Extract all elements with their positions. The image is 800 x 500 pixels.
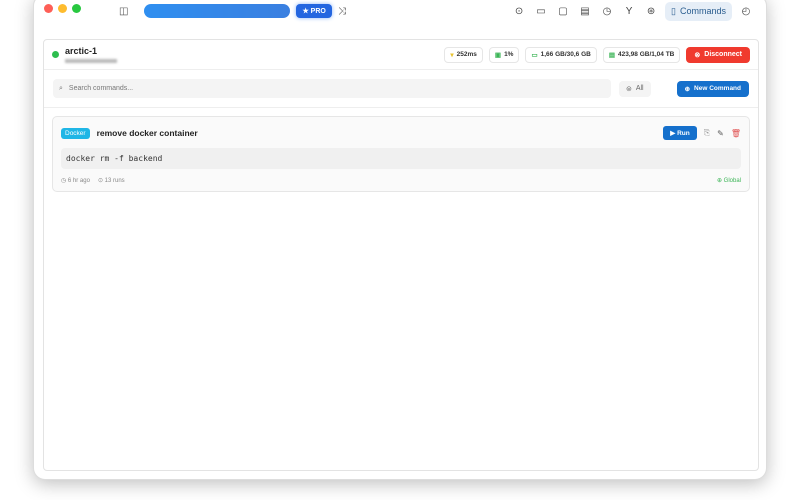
memory-stat: ▭ 1,66 GB/30,6 GB	[525, 46, 597, 63]
network-icon[interactable]: ⊛	[643, 6, 659, 17]
time-value: 6 hr ago	[67, 178, 90, 184]
memory-value: 1,66 GB/30,6 GB	[540, 51, 591, 58]
server-header: arctic-1 ▾ 252ms ▣ 1% ▭ 1,66 GB/30,6 GB ▤ 42…	[44, 40, 758, 70]
run-count: ⊙ 13 runs	[97, 178, 125, 184]
delete-icon[interactable]: 🗑︎	[731, 129, 741, 138]
disconnect-button[interactable]: ⊗ Disconnect	[686, 46, 750, 63]
clipboard-icon: ▯	[671, 5, 676, 16]
runs-value: 13 runs	[104, 178, 125, 184]
latency-value: 252ms	[456, 51, 477, 58]
edit-icon[interactable]: ✎	[717, 129, 724, 138]
command-title: remove docker container	[96, 128, 198, 138]
filter-all-button[interactable]: ⊜ All	[618, 80, 651, 97]
tab-commands-label: Commands	[679, 6, 726, 16]
memory-icon: ▭	[531, 51, 538, 59]
cpu-stat: ▣ 1%	[488, 46, 520, 63]
search-bar: ⌕ Search commands... ⊜ All ⊕ New Command	[44, 70, 758, 108]
clock-icon[interactable]: ◷	[599, 6, 615, 17]
run-button[interactable]: ▶ Run	[663, 126, 697, 140]
disk-stat: ▤ 423,98 GB/1,04 TB	[602, 46, 681, 63]
command-code: docker rm -f backend	[61, 148, 741, 169]
command-tag[interactable]: Docker	[61, 127, 90, 139]
copy-icon[interactable]: ⎘	[704, 128, 710, 138]
sidebar-toggle-icon[interactable]: ◫	[119, 6, 128, 17]
server-name: arctic-1	[65, 46, 98, 56]
disk-value: 423,98 GB/1,04 TB	[618, 51, 675, 58]
search-input[interactable]: ⌕ Search commands...	[53, 79, 611, 98]
server-address-redacted	[65, 59, 117, 63]
new-command-button[interactable]: ⊕ New Command	[676, 80, 749, 97]
main-panel: arctic-1 ▾ 252ms ▣ 1% ▭ 1,66 GB/30,6 GB ▤ 42…	[43, 39, 759, 471]
filter-label: All	[635, 84, 644, 92]
address-bar[interactable]	[144, 4, 291, 18]
minimize-window-button[interactable]	[58, 4, 67, 13]
shuffle-icon[interactable]: ⤨	[338, 6, 346, 17]
maximize-window-button[interactable]	[72, 4, 81, 13]
logs-icon[interactable]: ▤	[577, 6, 593, 17]
close-window-button[interactable]	[44, 4, 53, 13]
cpu-value: 1%	[504, 51, 514, 58]
filter-icon: ⊜	[625, 85, 632, 93]
new-command-label: New Command	[694, 85, 741, 92]
folder-icon[interactable]: ▢	[555, 6, 571, 17]
disconnect-label: Disconnect	[704, 51, 742, 58]
latency-stat: ▾ 252ms	[444, 46, 483, 63]
online-status-dot	[52, 51, 59, 58]
app-window: ◫ ★ PRO ⤨ ⊙ ▭ ▢ ▤ ◷ Y ⊛ ▯ Commands ◴ arct…	[33, 0, 767, 480]
fork-icon[interactable]: Y	[621, 6, 637, 17]
cpu-icon: ▣	[494, 51, 502, 59]
plus-icon: ⊕	[684, 85, 691, 93]
history-icon[interactable]: ◴	[738, 6, 754, 17]
pro-badge[interactable]: ★ PRO	[296, 4, 332, 18]
scope-badge: ⊕ Global	[716, 178, 741, 184]
stop-icon: ⊗	[694, 51, 701, 59]
disk-icon: ▤	[608, 51, 616, 59]
last-run-time: ◷ 6 hr ago	[61, 178, 90, 184]
command-card: Docker remove docker container ▶ Run ⎘ ✎…	[52, 116, 750, 192]
search-icon: ⌕	[59, 84, 63, 92]
tab-commands[interactable]: ▯ Commands	[665, 1, 732, 21]
search-placeholder: Search commands...	[68, 85, 134, 92]
scope-value: Global	[723, 178, 741, 184]
terminal-icon[interactable]: ▭	[533, 6, 549, 17]
wifi-icon: ▾	[450, 51, 454, 59]
dashboard-icon[interactable]: ⊙	[511, 6, 527, 17]
